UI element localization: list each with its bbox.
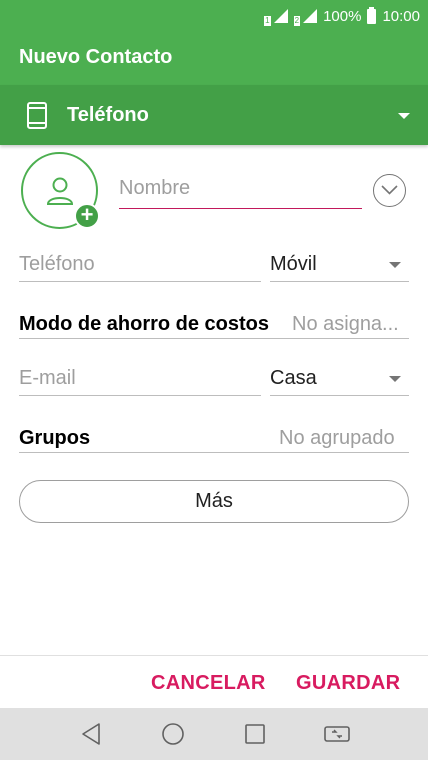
account-selector[interactable]: Teléfono	[0, 85, 428, 145]
expand-name-button[interactable]	[373, 174, 406, 207]
phone-type-underline	[270, 281, 409, 282]
chevron-down-icon	[381, 185, 398, 195]
phone-underline	[19, 281, 261, 282]
groups-select[interactable]: No agrupado	[279, 427, 395, 450]
email-type-select[interactable]: Casa	[270, 367, 317, 390]
cancel-button[interactable]: CANCELAR	[151, 672, 266, 695]
chevron-down-icon	[389, 376, 401, 382]
cost-saving-label: Modo de ahorro de costos	[19, 313, 270, 335]
sim-2-label: 2	[293, 16, 301, 26]
signal-1-icon	[273, 9, 288, 23]
app-bar: Nuevo Contacto	[0, 31, 428, 85]
phone-input[interactable]: Teléfono	[19, 253, 95, 276]
status-bar: 1 2 100% 10:00	[0, 0, 428, 31]
groups-underline	[19, 452, 409, 453]
cost-saving-select[interactable]: No asigna...	[292, 313, 399, 336]
navigation-bar	[0, 708, 428, 760]
chevron-down-icon	[398, 113, 410, 119]
email-input[interactable]: E-mail	[19, 367, 76, 390]
more-button[interactable]: Más	[19, 480, 409, 523]
clock: 10:00	[382, 7, 420, 25]
email-underline	[19, 395, 261, 396]
name-field[interactable]	[119, 172, 362, 209]
recents-icon[interactable]	[244, 722, 266, 746]
cost-saving-underline	[19, 338, 409, 339]
divider	[0, 655, 428, 656]
signal-2-icon	[303, 9, 318, 23]
groups-label: Grupos	[19, 427, 91, 449]
add-photo-icon[interactable]: +	[74, 203, 100, 229]
sim-1-label: 1	[264, 16, 271, 26]
phone-type-select[interactable]: Móvil	[270, 253, 317, 276]
email-type-underline	[270, 395, 409, 396]
save-button[interactable]: GUARDAR	[296, 672, 400, 695]
page-title: Nuevo Contacto	[19, 46, 173, 68]
home-icon[interactable]	[161, 722, 185, 746]
battery-percent: 100%	[323, 7, 362, 25]
phone-icon	[27, 102, 47, 129]
dual-window-icon[interactable]	[323, 722, 351, 746]
chevron-down-icon	[389, 262, 401, 268]
back-icon[interactable]	[80, 722, 102, 746]
name-input[interactable]	[119, 172, 362, 200]
new-contact-screen: 1 2 100% 10:00 Nuevo Contacto Teléfono +	[0, 0, 428, 760]
battery-icon	[367, 6, 377, 24]
status-icons: 1 2 100% 10:00	[264, 6, 420, 26]
person-icon	[46, 177, 74, 205]
account-label: Teléfono	[67, 104, 149, 126]
